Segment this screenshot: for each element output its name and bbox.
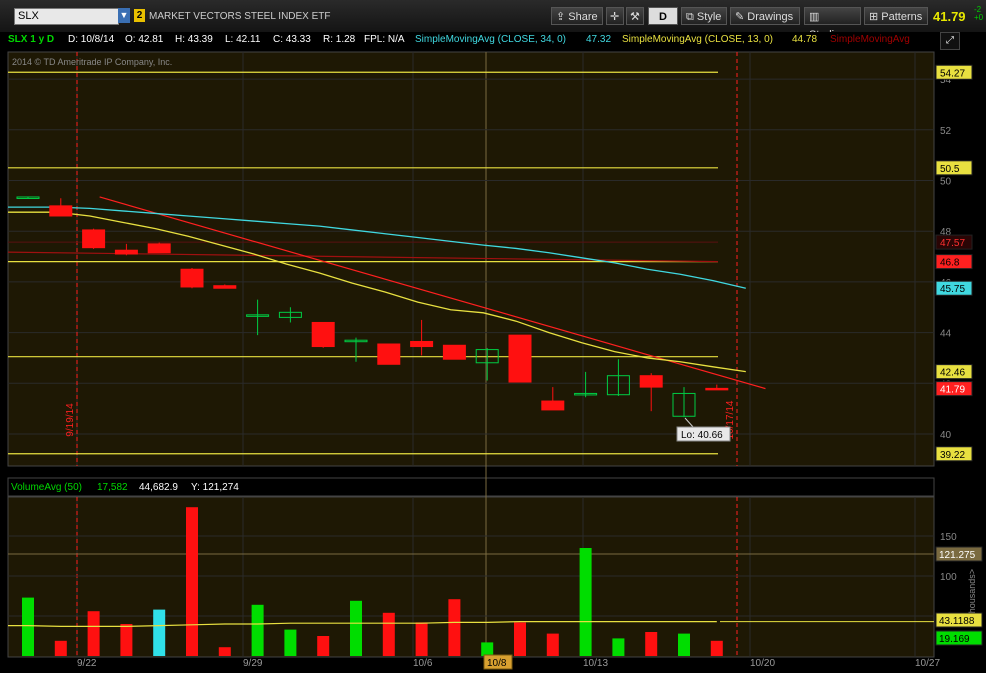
volume-bubble-label: 43.1188: [939, 616, 975, 627]
volume-bar: [22, 597, 34, 656]
volume-bar: [382, 612, 395, 656]
volume-panel: [7, 496, 935, 658]
volume-bar: [251, 604, 264, 656]
price-bubble-label: 39.22: [940, 450, 965, 461]
candle-body: [377, 343, 401, 365]
candle-body: [213, 285, 237, 289]
volume-bar: [415, 622, 428, 656]
candle-body: [180, 268, 204, 288]
price-axis-area: [935, 52, 986, 657]
x-tick-label: 9/22: [77, 658, 97, 669]
candle-body: [442, 344, 466, 360]
volume-current: 17,582: [97, 482, 128, 493]
price-bubble-label: 54.27: [940, 68, 965, 79]
candle-body: [311, 321, 335, 348]
candle-body: [639, 375, 663, 388]
price-bubble-label: 42.46: [940, 368, 965, 379]
volume-tick-label: 100: [940, 572, 957, 583]
volume-bar: [120, 624, 133, 656]
candle-body: [147, 243, 171, 254]
volume-bar: [710, 640, 723, 656]
volume-bubble-label: 19.169: [939, 634, 970, 645]
x-tick-label: 10/27: [915, 658, 940, 669]
x-tick-label: 9/29: [243, 658, 263, 669]
date-marker-label: 9/19/14: [65, 403, 76, 437]
x-tick-label: 10/13: [583, 658, 608, 669]
y-tick-label: 40: [940, 430, 952, 441]
volume-bar: [448, 599, 461, 656]
candle-body: [508, 334, 532, 383]
candle-body: [541, 400, 565, 411]
volume-bar: [481, 642, 494, 656]
volume-average: 44,682.9: [139, 482, 178, 493]
volume-bar: [678, 633, 690, 656]
candle-body: [410, 340, 434, 348]
price-bubble-label: 50.5: [940, 164, 960, 175]
candle-body: [49, 205, 73, 217]
volume-bar: [350, 600, 362, 656]
price-bubble-label: 45.75: [940, 284, 965, 295]
volume-bar: [153, 609, 166, 656]
copyright-watermark: 2014 © TD Ameritrade IP Company, Inc.: [12, 57, 173, 67]
x-tick-label: 10/20: [750, 658, 775, 669]
volume-bar: [87, 611, 100, 656]
volume-bubble-label: 121.275: [939, 550, 976, 561]
low-label: Lo: 40.66: [681, 430, 723, 441]
volume-study-label[interactable]: VolumeAvg (50): [11, 482, 82, 493]
volume-y-readout: Y: 121,274: [191, 482, 239, 493]
volume-bar: [218, 647, 231, 656]
y-tick-label: 44: [940, 329, 952, 340]
candle-body: [114, 249, 138, 255]
volume-bar: [186, 507, 198, 656]
price-chart: 40424446485052549/19/1410/17/1454.2750.5…: [7, 51, 986, 670]
volume-bar: [612, 638, 625, 656]
volume-bar: [514, 622, 526, 656]
volume-bar: [579, 548, 592, 656]
volume-bar: [284, 629, 297, 656]
price-bubble-label: 46.8: [940, 258, 960, 269]
volume-bar: [317, 636, 330, 656]
price-bubble-label: 47.57: [940, 238, 965, 249]
y-tick-label: 52: [940, 126, 952, 137]
price-panel: [7, 51, 935, 467]
candle-body: [705, 387, 729, 391]
x-tick-label: 10/6: [413, 658, 433, 669]
y-tick-label: 50: [940, 177, 952, 188]
selected-date-label: 10/8: [487, 658, 507, 669]
candle-body: [82, 229, 106, 249]
volume-tick-label: 150: [940, 532, 957, 543]
volume-bar: [645, 632, 658, 656]
price-bubble-label: 41.79: [940, 385, 965, 396]
volume-bar: [54, 640, 67, 656]
volume-bar: [546, 633, 559, 656]
